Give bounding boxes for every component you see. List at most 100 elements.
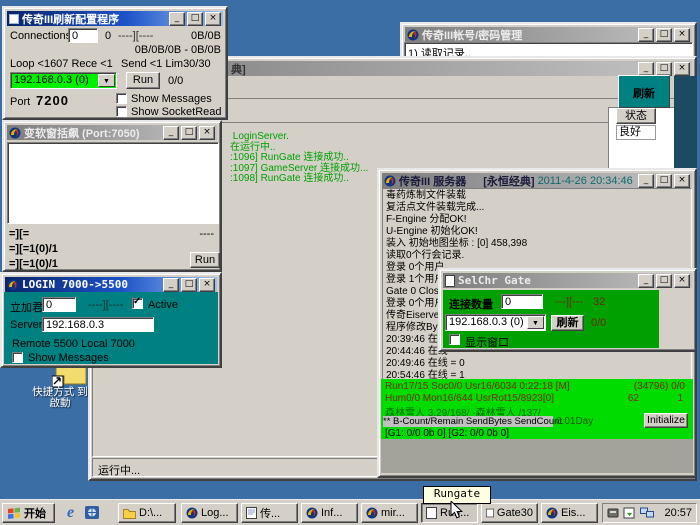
taskbar-button-label: Gate30 [497,507,533,519]
windows-logo-icon [7,507,21,519]
proxy-7050-title: 变软窗括飙 (Port:7050) [24,125,140,140]
server-select[interactable]: 192.168.0.3 (0) ▼ [10,72,117,89]
window-selchr-gate: SelChr Gate _ □ × 连接数量 0 ---][--- 32 192… [438,268,697,352]
show-socketread-checkbox[interactable] [116,106,127,117]
input-method-icon[interactable] [607,507,619,519]
status-hum-b: 1 [677,393,683,404]
server-input[interactable]: 192.168.0.3 [42,317,154,332]
send-text: Send <1 Lim30/30 [121,58,211,70]
account-manager-title: 传奇III帐号/密码管理 [422,27,522,42]
internet-explorer-icon[interactable]: e [62,504,79,521]
close-button[interactable]: × [205,12,221,26]
loop-text: Loop <1607 Rece <1 [10,58,113,70]
document-icon [445,275,455,287]
minimize-button[interactable]: _ [169,12,185,26]
chevron-down-icon[interactable]: ▼ [527,316,544,329]
counter-input[interactable]: 0 [42,297,76,312]
run-button[interactable]: Run [126,72,160,89]
app-icon [384,175,396,187]
close-button[interactable]: × [674,28,690,42]
taskbar-button-mir[interactable]: mir... [361,503,418,523]
maximize-button[interactable]: □ [181,126,197,140]
maximize-button[interactable]: □ [656,174,672,188]
close-button[interactable]: × [674,62,690,76]
status-column-header[interactable]: 状态 [616,108,656,124]
status-hum-line: Hum0/0 Mon16/644 UsrRot15/8923[0] [385,393,554,404]
log-line: U-Engine 初始化OK! [386,226,527,238]
window-icon [9,14,19,24]
maximize-button[interactable]: □ [656,62,672,76]
show-messages-checkbox[interactable] [12,352,23,363]
refresh-config-titlebar[interactable]: 传奇III刷新配置程序 _ □ × [7,11,223,26]
account-manager-titlebar[interactable]: 传奇III帐号/密码管理 _ □ × [405,27,692,42]
close-button[interactable]: × [199,278,215,292]
throttle-slider[interactable]: ----][---- [118,30,153,42]
status-value-cell: 良好 [616,125,656,140]
system-tray: 20:57 [602,503,697,523]
port-value: 7200 [36,93,69,108]
taskbar-button-folder[interactable]: D:\... [118,503,176,523]
refresh-button[interactable]: 刷新 [618,75,670,108]
desktop: 快捷方式 到 啟動 传奇III帐号/密码管理 _ □ × 1) 读取记录.. 2… [0,0,700,525]
taskbar-button-label: Log... [201,507,229,519]
taskbar-button-eis[interactable]: Eis... [541,503,598,523]
show-window-checkbox[interactable] [449,334,460,345]
network-icon[interactable] [640,507,654,519]
proxy-status-right: ---- [199,228,214,240]
close-button[interactable]: × [674,274,690,288]
server-select-value: 192.168.0.3 (0) [449,316,524,328]
refresh-config-title: 传奇III刷新配置程序 [22,11,119,26]
taskbar-button-inf[interactable]: Inf... [301,503,358,523]
selchr-refresh-button[interactable]: 刷新 [551,315,584,331]
proxy-7050-list[interactable] [7,142,219,224]
server-label: Server [10,319,42,331]
minimize-button[interactable]: _ [638,174,654,188]
connection-count-input[interactable]: 0 [501,294,543,309]
log-line: :1098] RunGate 连接成功.. [230,174,368,185]
proxy-status-line: =][=1(0)/1 [9,243,58,255]
taskbar-button-log[interactable]: Log... [181,503,238,523]
minimize-button[interactable]: _ [163,126,179,140]
scheduled-task-icon[interactable] [623,507,636,519]
start-button[interactable]: 开始 [2,503,55,523]
active-checkbox[interactable] [132,298,143,309]
maximize-button[interactable]: □ [187,12,203,26]
proxy-7050-titlebar[interactable]: 变软窗括飙 (Port:7050) _ □ × [7,125,217,140]
app-icon [7,279,19,291]
side-dark-strip [674,76,697,172]
maximize-button[interactable]: □ [656,274,672,288]
connections-counter: 0 [105,30,111,42]
selchr-green-panel: 连接数量 0 ---][--- 32 192.168.0.3 (0) ▼ 刷新 … [443,290,659,348]
close-button[interactable]: × [674,174,690,188]
initialize-button[interactable]: Initialize [644,413,688,428]
maximize-button[interactable]: □ [656,28,672,42]
run-button[interactable]: Run [190,252,220,268]
connection-count-label: 连接数量 [449,296,493,312]
show-window-label: 显示窗口 [465,334,509,350]
window-proxy-7050: 变软窗括飙 (Port:7050) _ □ × =][= ---- =][=1(… [2,120,222,272]
minimize-button[interactable]: _ [163,278,179,292]
chevron-down-icon[interactable]: ▼ [98,74,115,87]
login-gate-titlebar[interactable]: LOGIN 7000->5500 _ □ × [5,277,217,292]
game-server-titlebar[interactable]: 传奇III 服务器 [永恒经典] 2011-4-26 20:34:46 _ □ … [382,173,692,188]
taskbar-button-gate30[interactable]: Gate30 [481,503,538,523]
taskbar-button-chuan[interactable]: 传... [241,503,298,523]
minimize-button[interactable]: _ [638,28,654,42]
connection-slider[interactable]: ---][--- [555,296,583,308]
minimize-button[interactable]: _ [638,62,654,76]
throttle-slider[interactable]: ----][---- [88,299,123,311]
window-login-gate: LOGIN 7000->5500 _ □ × 立加君 0 ----][---- … [0,272,222,368]
show-messages-checkbox[interactable] [116,93,127,104]
selchr-titlebar[interactable]: SelChr Gate _ □ × [443,273,692,288]
quick-launch-app-icon[interactable] [84,505,100,520]
minimize-button[interactable]: _ [638,274,654,288]
close-button[interactable]: × [199,126,215,140]
status-hum-a: 62 [628,393,639,404]
login-gate-title: LOGIN 7000->5500 [22,278,128,291]
log-line: 装入 初始地图坐标 : [0] 458,398 [386,238,527,250]
server-select[interactable]: 192.168.0.3 (0) ▼ [445,314,546,331]
connections-input[interactable]: 0 [68,28,98,43]
clock[interactable]: 20:57 [664,507,692,519]
maximize-button[interactable]: □ [181,278,197,292]
taskbar-button-label: Eis... [561,507,585,519]
